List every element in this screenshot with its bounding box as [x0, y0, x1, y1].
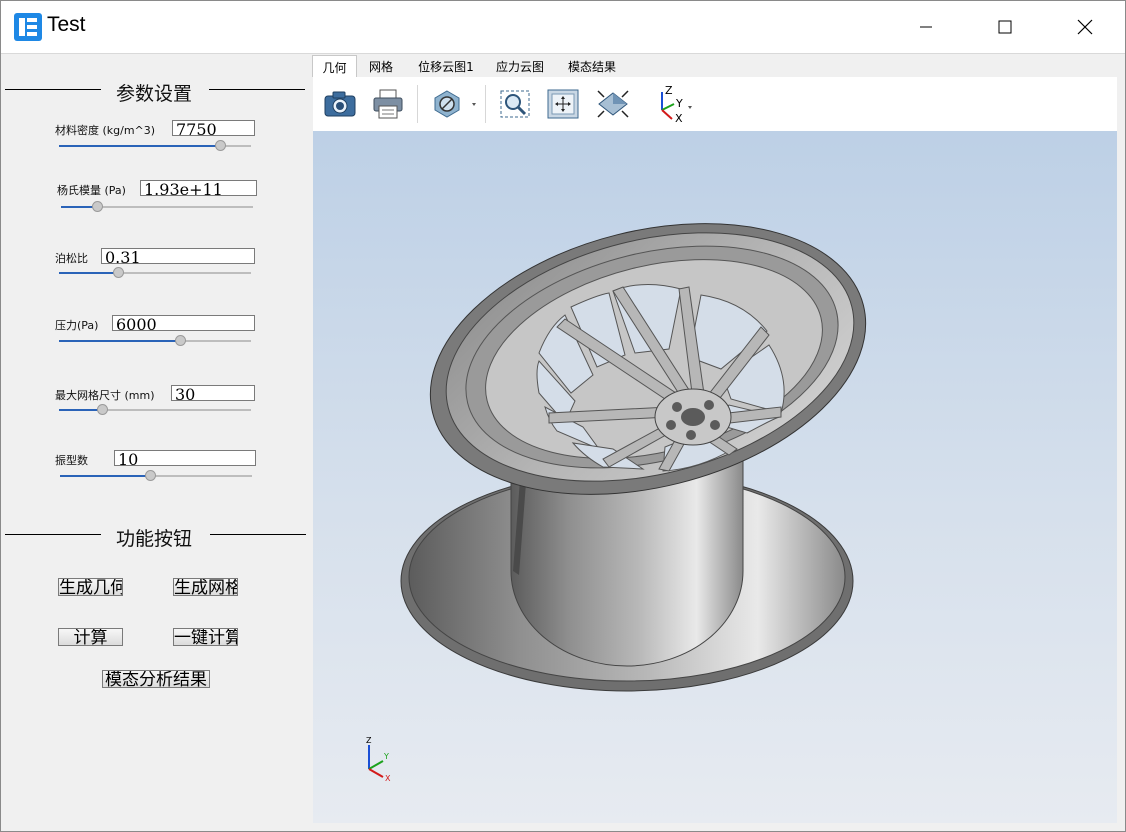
density-slider[interactable] [59, 140, 251, 152]
divider [209, 89, 305, 90]
poisson-ratio-input[interactable]: 0.31 [101, 248, 255, 264]
view-fit-button[interactable] [593, 85, 633, 123]
minimize-button[interactable] [903, 1, 949, 53]
print-icon [373, 89, 403, 119]
toolbar-separator [485, 85, 486, 123]
generate-mesh-button[interactable]: 生成网格 [173, 578, 238, 596]
mode-count-label: 振型数 [55, 454, 88, 467]
slider-thumb[interactable] [145, 470, 156, 481]
app-window: Test 参数设置 材料密度 (kg/m^3) 7750 杨氏模量 (Pa) 1… [0, 0, 1126, 832]
poisson-ratio-slider[interactable] [59, 267, 251, 279]
axis-triad: Z Y X [366, 736, 391, 783]
print-button[interactable] [369, 85, 407, 123]
fit-all-icon [547, 89, 579, 119]
zoom-box-icon [500, 90, 530, 118]
fit-all-button[interactable] [545, 85, 581, 123]
youngs-modulus-label: 杨氏模量 (Pa) [57, 184, 126, 197]
modal-analysis-result-button[interactable]: 模态分析结果 [102, 670, 210, 688]
slider-fill [59, 340, 180, 342]
params-section-header: 参数设置 [5, 79, 305, 105]
slider-fill [59, 272, 118, 274]
wheel-model [400, 223, 867, 692]
minimize-icon [920, 26, 932, 28]
pressure-label: 压力(Pa) [55, 319, 99, 332]
display-mode-button[interactable] [431, 85, 481, 123]
divider [210, 534, 306, 535]
divider [5, 89, 101, 90]
slider-thumb[interactable] [97, 404, 108, 415]
divider [5, 534, 101, 535]
triad-y-label: Y [383, 752, 389, 761]
camera-icon [324, 91, 356, 117]
mode-count-slider[interactable] [60, 470, 252, 482]
display-mode-icon [434, 90, 476, 118]
window-title: Test [47, 13, 86, 36]
triad-z-label: Z [366, 736, 372, 745]
params-section-title: 参数设置 [116, 83, 193, 105]
tab-stress[interactable]: 应力云图 [494, 55, 546, 77]
tab-modal-result[interactable]: 模态结果 [566, 55, 618, 77]
toolbar-axis-x-label: X [675, 112, 683, 124]
slider-thumb[interactable] [175, 335, 186, 346]
axes-orientation-button[interactable]: Z Y X [645, 84, 697, 124]
slider-thumb[interactable] [113, 267, 124, 278]
slider-thumb[interactable] [215, 140, 226, 151]
density-input[interactable]: 7750 [172, 120, 255, 136]
poisson-ratio-label: 泊松比 [55, 252, 88, 265]
toolbar-axis-z-label: Z [665, 84, 673, 97]
triad-x-label: X [385, 774, 391, 783]
one-click-compute-button[interactable]: 一键计算 [173, 628, 238, 646]
3d-viewport[interactable]: Z Y X [313, 131, 1117, 823]
tab-mesh[interactable]: 网格 [364, 55, 398, 77]
viewer-toolbar: Z Y X [313, 77, 1117, 131]
youngs-modulus-input[interactable]: 1.93e+11 [140, 180, 257, 196]
mode-count-input[interactable]: 10 [114, 450, 256, 466]
zoom-box-button[interactable] [497, 85, 533, 123]
slider-fill [59, 409, 102, 411]
toolbar-axis-y-label: Y [675, 97, 683, 110]
parameter-panel: 参数设置 材料密度 (kg/m^3) 7750 杨氏模量 (Pa) 1.93e+… [1, 54, 311, 831]
slider-thumb[interactable] [92, 201, 103, 212]
tab-geometry[interactable]: 几何 [312, 55, 357, 77]
pressure-slider[interactable] [59, 335, 251, 347]
functions-section-title: 功能按钮 [116, 528, 193, 550]
close-button[interactable] [1062, 1, 1108, 53]
maximize-button[interactable] [982, 1, 1028, 53]
toolbar-separator [417, 85, 418, 123]
close-icon [1077, 19, 1093, 35]
axes-orientation-icon: Z Y X [661, 84, 692, 124]
maximize-icon [998, 20, 1012, 34]
pressure-input[interactable]: 6000 [112, 315, 255, 331]
youngs-modulus-slider[interactable] [61, 201, 253, 213]
max-mesh-size-label: 最大网格尺寸 (mm) [55, 389, 155, 402]
functions-section-header: 功能按钮 [5, 524, 306, 550]
view-fit-icon [597, 90, 629, 118]
max-mesh-size-input[interactable]: 30 [171, 385, 255, 401]
slider-fill [59, 145, 220, 147]
title-bar: Test [1, 1, 1125, 54]
app-icon [14, 13, 42, 41]
max-mesh-size-slider[interactable] [59, 404, 251, 416]
screenshot-button[interactable] [321, 85, 359, 123]
tab-displacement[interactable]: 位移云图1 [416, 55, 476, 77]
density-label: 材料密度 (kg/m^3) [55, 124, 156, 137]
generate-geometry-button[interactable]: 生成几何 [58, 578, 123, 596]
slider-fill [60, 475, 150, 477]
compute-button[interactable]: 计算 [58, 628, 123, 646]
